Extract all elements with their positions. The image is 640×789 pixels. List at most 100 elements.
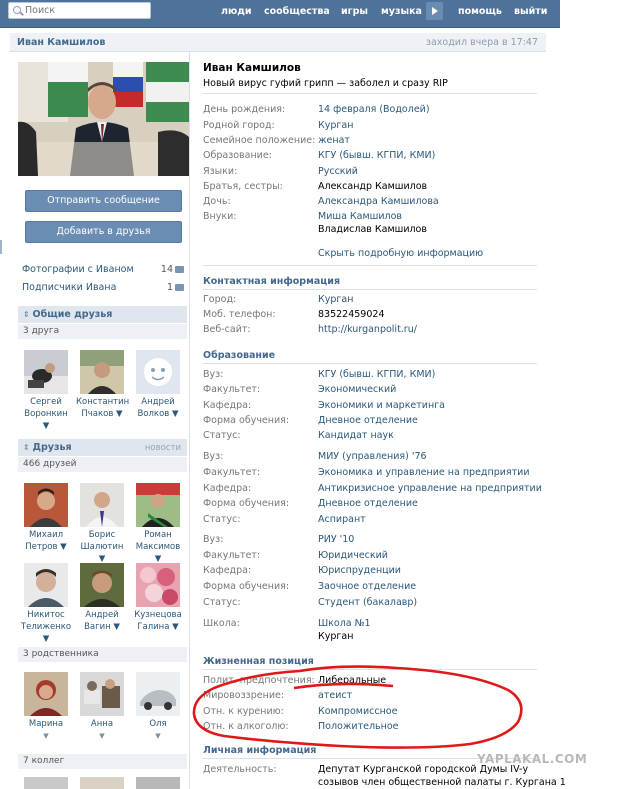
friend-photo[interactable] <box>24 350 68 394</box>
profile-name: Иван Камшилов <box>203 62 301 74</box>
friends-news-link[interactable]: новости <box>145 443 181 453</box>
colleague-photo[interactable] <box>80 777 124 789</box>
grandchild-value[interactable]: Владислав Камшилов <box>318 224 427 235</box>
profile-photo[interactable] <box>18 62 189 176</box>
common-friends-header[interactable]: ⇕ Общие друзья <box>18 306 187 323</box>
study-status-value[interactable]: Студент (бакалавр) <box>318 597 417 608</box>
marital-status-value[interactable]: женат <box>318 135 350 146</box>
department-value[interactable]: Юриспруденции <box>318 565 401 576</box>
friend-first-name: Никитос <box>27 610 65 620</box>
last-seen: заходил вчера в 17:47 <box>425 37 538 48</box>
city-value[interactable]: Курган <box>318 294 353 305</box>
friend-photo[interactable] <box>136 350 180 394</box>
friend-last-name: Пчаков ▼ <box>81 409 123 419</box>
friend-photo[interactable] <box>136 483 180 527</box>
collapse-arrow-icon: ⇕ <box>23 310 33 319</box>
friend-card[interactable]: Никитос Телиженко ▼ <box>20 563 72 645</box>
hometown-value[interactable]: Курган <box>318 120 353 131</box>
website-link[interactable]: http://kurganpolit.ru/ <box>318 324 417 335</box>
search-box[interactable] <box>8 2 151 19</box>
university-value[interactable]: МИУ (управления) '76 <box>318 451 427 462</box>
study-status-value[interactable]: Кандидат наук <box>318 430 394 441</box>
university-value[interactable]: РИУ '10 <box>318 534 354 545</box>
friend-first-name: Михаил <box>28 530 64 540</box>
friend-photo[interactable] <box>24 563 68 607</box>
nav-people[interactable]: люди <box>221 6 252 17</box>
friend-card[interactable]: Андрей Вагин ▼ <box>76 563 128 633</box>
friend-card[interactable]: Михаил Петров ▼ <box>20 483 72 553</box>
relative-menu-arrow[interactable]: ▼ <box>76 730 128 742</box>
friend-photo-image <box>24 350 68 394</box>
friend-card[interactable]: Роман Максимов ▼ <box>132 483 184 565</box>
nav-communities[interactable]: сообщества <box>264 6 330 17</box>
info-label: Внуки: <box>203 211 237 222</box>
friend-photo-image <box>80 350 124 394</box>
nav-logout[interactable]: выйти <box>514 6 547 17</box>
subscribers-link[interactable]: Подписчики Ивана 1 <box>22 282 184 293</box>
relative-menu-arrow[interactable]: ▼ <box>132 730 184 742</box>
siblings-value[interactable]: Александр Камшилов <box>318 181 427 192</box>
relative-card[interactable]: Марина ▼ <box>20 672 72 742</box>
colleagues-count[interactable]: 7 коллег <box>18 754 187 769</box>
nav-help[interactable]: помощь <box>458 6 502 17</box>
relatives-count[interactable]: 3 родственника <box>18 647 187 662</box>
colleague-photo[interactable] <box>136 777 180 789</box>
study-form-value[interactable]: Дневное отделение <box>318 498 418 509</box>
common-friends-title: Общие друзья <box>32 309 113 320</box>
languages-value[interactable]: Русский <box>318 166 358 177</box>
study-status-value[interactable]: Аспирант <box>318 514 366 525</box>
friend-photo[interactable] <box>24 483 68 527</box>
friend-card[interactable]: Борис Шалютин ▼ <box>76 483 128 565</box>
relative-card[interactable]: Анна ▼ <box>76 672 128 742</box>
smoking-value[interactable]: Компромиссное <box>318 706 397 717</box>
political-views-value[interactable]: Либеральные <box>318 675 386 686</box>
department-value[interactable]: Антикризисное управление на предприятии <box>318 483 542 494</box>
nav-music[interactable]: музыка <box>381 6 422 17</box>
daughter-value[interactable]: Александра Камшилова <box>318 196 439 207</box>
school-value[interactable]: Школа №1 <box>318 618 371 629</box>
search-input[interactable] <box>25 4 145 17</box>
profile-status[interactable]: Новый вирус гуфий грипп — заболел и сраз… <box>203 78 448 89</box>
common-friends-count: 3 друга <box>18 324 187 339</box>
info-label: Вуз: <box>203 369 224 380</box>
study-form-value[interactable]: Дневное отделение <box>318 415 418 426</box>
nav-games[interactable]: игры <box>341 6 368 17</box>
friend-card[interactable]: Кузнецова Галина ▼ <box>132 563 184 633</box>
grandchild-value[interactable]: Миша Камшилов <box>318 211 402 222</box>
relative-photo-image <box>136 672 180 716</box>
relative-photo[interactable] <box>24 672 68 716</box>
friend-card[interactable]: Андрей Волков ▼ <box>132 350 184 420</box>
friend-photo[interactable] <box>80 483 124 527</box>
friends-title: Друзья <box>32 442 72 453</box>
faculty-value[interactable]: Юридический <box>318 550 388 561</box>
friend-photo[interactable] <box>80 563 124 607</box>
birthday-value[interactable]: 14 февраля (Водолей) <box>318 104 430 115</box>
send-message-button[interactable]: Отправить сообщение <box>25 190 182 212</box>
education-value[interactable]: КГУ (бывш. КГПИ, КМИ) <box>318 150 435 161</box>
friend-card[interactable]: Сергей Воронкин ▼ <box>20 350 72 432</box>
relative-card[interactable]: Оля ▼ <box>132 672 184 742</box>
faculty-value[interactable]: Экономический <box>318 384 396 395</box>
colleague-photo[interactable] <box>24 777 68 789</box>
relative-photo[interactable] <box>136 672 180 716</box>
friends-count: 466 друзей <box>18 457 187 472</box>
relative-photo[interactable] <box>80 672 124 716</box>
info-label: Кафедра: <box>203 400 252 411</box>
department-value[interactable]: Экономики и маркетинга <box>318 400 445 411</box>
university-value[interactable]: КГУ (бывш. КГПИ, КМИ) <box>318 369 435 380</box>
music-play-icon[interactable] <box>426 2 443 20</box>
worldview-value[interactable]: атеист <box>318 690 352 701</box>
add-friend-button[interactable]: Добавить в друзья <box>25 221 182 243</box>
relative-menu-arrow[interactable]: ▼ <box>20 730 72 742</box>
photos-with-link[interactable]: Фотографии с Иваном 14 <box>22 264 184 275</box>
info-label: Кафедра: <box>203 483 252 494</box>
alcohol-value[interactable]: Положительное <box>318 721 399 732</box>
friends-header[interactable]: ⇕ Друзья новости <box>18 439 187 456</box>
friend-card[interactable]: Константин Пчаков ▼ <box>76 350 130 420</box>
faculty-value[interactable]: Экономика и управление на предприятии <box>318 467 530 478</box>
friend-photo[interactable] <box>80 350 124 394</box>
friend-first-name: Константин <box>76 397 130 407</box>
study-form-value[interactable]: Заочное отделение <box>318 581 416 592</box>
hide-details-link[interactable]: Скрыть подробную информацию <box>318 248 483 259</box>
friend-photo[interactable] <box>136 563 180 607</box>
